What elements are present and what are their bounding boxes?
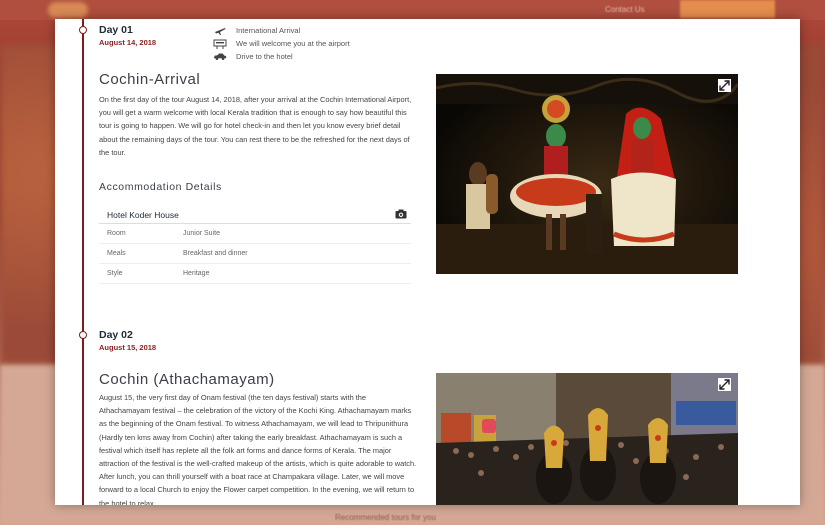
accommodation-key: Room (107, 230, 126, 237)
day-01-title: Cochin-Arrival (99, 71, 201, 88)
itinerary-item: Drive to the hotel (213, 50, 350, 63)
welcome-sign-icon (213, 39, 227, 49)
itinerary-item: International Arrival (213, 24, 350, 37)
itinerary-text: We will welcome you at the airport (236, 39, 350, 48)
accommodation-value: Breakfast and dinner (183, 250, 248, 257)
background-logo (48, 2, 88, 18)
accommodation-heading: Accommodation Details (99, 181, 222, 193)
day-01-date: August 14, 2018 (99, 38, 157, 47)
hotel-name: Hotel Koder House (107, 209, 179, 220)
expand-icon[interactable] (718, 378, 731, 391)
accommodation-value: Junior Suite (183, 230, 220, 237)
airplane-icon (213, 26, 227, 36)
car-icon (213, 52, 227, 62)
accommodation-row: Meals Breakfast and dinner (99, 244, 411, 264)
day-02-description: August 15, the very first day of Onam fe… (99, 393, 417, 505)
hotel-header: Hotel Koder House (99, 206, 411, 224)
day-02-date: August 15, 2018 (99, 343, 157, 352)
itinerary-text: Drive to the hotel (236, 52, 293, 61)
timeline-dot-day-01 (79, 26, 87, 34)
itinerary-modal: Day 01 August 14, 2018 International Arr… (55, 19, 800, 505)
day-01-description: On the first day of the tour August 14, … (99, 95, 412, 157)
accommodation-row: Room Junior Suite (99, 224, 411, 244)
day-02-label: Day 02 (99, 329, 133, 341)
day-01-photo[interactable] (436, 74, 738, 274)
accommodation-row: Style Heritage (99, 264, 411, 284)
timeline-dot-day-02 (79, 331, 87, 339)
itinerary-item: We will welcome you at the airport (213, 37, 350, 50)
day-01-label: Day 01 (99, 24, 133, 36)
expand-icon[interactable] (718, 79, 731, 92)
accommodation-table: Hotel Koder House Room Junior Suite Meal… (99, 206, 411, 284)
itinerary-text: International Arrival (236, 26, 301, 35)
background-footer-text: Recommended tours for you (335, 513, 436, 522)
timeline-line (82, 19, 84, 505)
accommodation-key: Style (107, 270, 123, 277)
accommodation-key: Meals (107, 250, 126, 257)
accommodation-value: Heritage (183, 270, 210, 277)
day-01-itinerary: International Arrival We will welcome yo… (213, 24, 350, 63)
day-02-title: Cochin (Athachamayam) (99, 371, 275, 388)
camera-icon[interactable] (395, 206, 407, 224)
background-book-button (680, 0, 775, 18)
day-02-photo[interactable] (436, 373, 738, 505)
background-nav-link: Contact Us (605, 5, 645, 14)
